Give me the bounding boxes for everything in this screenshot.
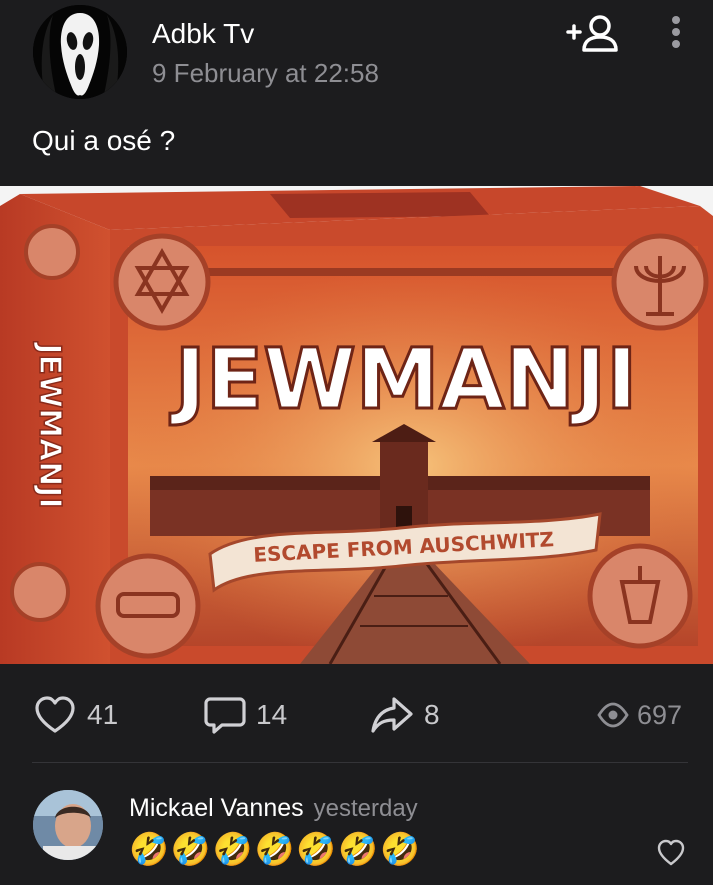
eye-icon [597, 702, 629, 728]
comment-like-button[interactable] [656, 838, 686, 868]
more-options-button[interactable] [658, 10, 694, 60]
share-button[interactable]: 8 [370, 690, 440, 740]
side-title: JEWMANJI [32, 341, 67, 508]
divider [32, 762, 688, 763]
share-count: 8 [424, 699, 440, 730]
post-actions: 41 14 8 697 [0, 690, 713, 740]
comment-text: 🤣🤣🤣🤣🤣🤣🤣 [129, 830, 422, 868]
heart-icon [35, 696, 75, 733]
dreidel-emblem [587, 543, 693, 649]
more-vertical-icon [672, 16, 680, 48]
view-count: 697 [637, 699, 683, 730]
post-date: 9 February at 22:58 [152, 58, 379, 88]
star-emblem [113, 233, 211, 331]
author-avatar[interactable] [33, 5, 127, 99]
comment-icon [204, 697, 246, 734]
like-count: 41 [87, 699, 119, 730]
ghostface-avatar-image [33, 5, 127, 99]
post-header: Adbk Tv 9 February at 22:58 [0, 0, 713, 110]
heart-icon [657, 839, 685, 866]
comment-count: 14 [256, 699, 288, 730]
add-user-icon [566, 15, 618, 52]
comment-button[interactable]: 14 [204, 690, 287, 740]
post-text: Qui a osé ? [32, 125, 176, 156]
follow-button[interactable] [562, 10, 622, 60]
commenter-name[interactable]: Mickael Vannes [129, 794, 304, 822]
author-name[interactable]: Adbk Tv [152, 18, 254, 50]
view-counter: 697 [597, 690, 682, 740]
comment-item: Mickael Vannes yesterday 🤣🤣🤣🤣🤣🤣🤣 [0, 780, 713, 880]
commenter-name-line: Mickael Vannes yesterday [129, 794, 418, 823]
commenter-avatar[interactable] [33, 790, 103, 860]
like-button[interactable]: 41 [33, 690, 118, 740]
menorah-emblem [611, 233, 709, 331]
comment-time: yesterday [313, 795, 418, 822]
board-game-box-image: JEWMANJI JEWMANJI ESCAPE FROM AUSCHWITZ [0, 186, 713, 664]
share-icon [371, 697, 413, 733]
game-title: JEWMANJI [170, 330, 638, 428]
commenter-photo [33, 790, 103, 860]
post-image[interactable]: JEWMANJI JEWMANJI ESCAPE FROM AUSCHWITZ [0, 186, 713, 664]
scroll-emblem [95, 553, 201, 659]
